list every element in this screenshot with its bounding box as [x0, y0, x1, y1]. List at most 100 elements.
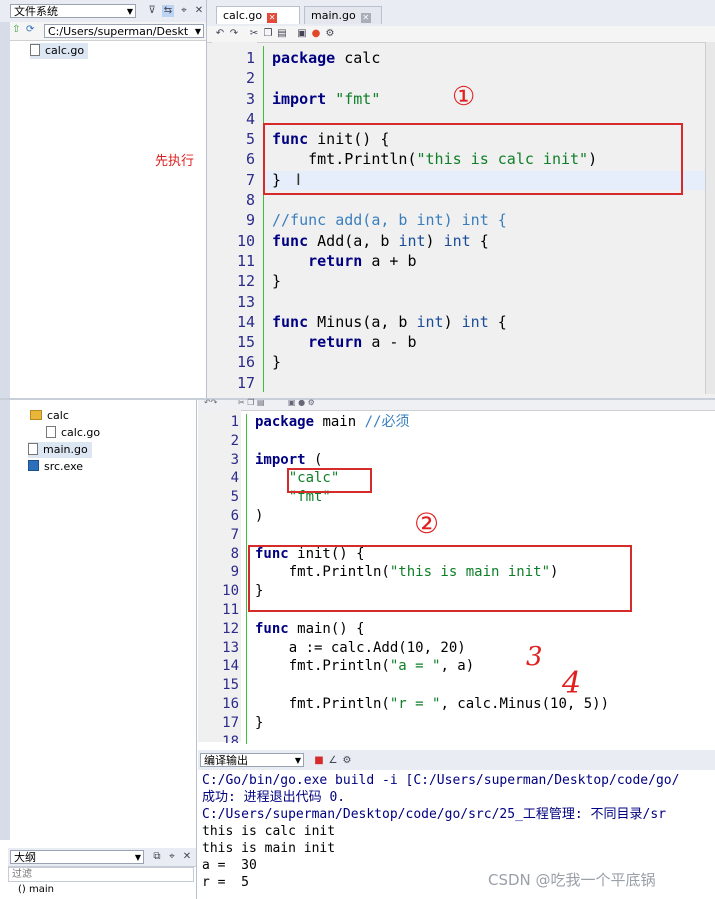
code-line[interactable]: 1 package calc [212, 48, 707, 68]
refresh-icon[interactable]: ⟳ [26, 24, 34, 35]
outline-close-icon[interactable]: ✕ [181, 851, 193, 863]
float-icon[interactable]: ⌖ [178, 5, 190, 17]
code-line[interactable]: 2 [198, 432, 705, 451]
paste-icon[interactable]: ▤ [276, 28, 288, 40]
settings-icon[interactable]: ▣ ● ⚙ [288, 398, 315, 407]
copy-icon[interactable]: ❐ [262, 28, 274, 40]
code-line[interactable]: 10 func Add(a, b int) int { [212, 231, 707, 251]
close-tab-icon[interactable]: ✕ [267, 13, 278, 23]
settings-icon[interactable]: ⚙ [341, 755, 353, 767]
code-line[interactable]: 12 func main() { [198, 620, 705, 639]
code-line[interactable]: 13 [212, 292, 707, 312]
editor-scrollbar[interactable] [705, 42, 715, 394]
code-line[interactable]: 15 [198, 676, 705, 695]
line-number: 13 [236, 292, 255, 311]
code-line[interactable]: 18 [198, 733, 705, 743]
code-text: a := calc.Add(10, 20) [255, 639, 466, 658]
output-line: C:/Users/superman/Desktop/code/go/src/25… [202, 807, 667, 822]
path-combo[interactable]: C:/Users/superman/Deskt ▼ [44, 24, 204, 38]
code-line[interactable]: 14 func Minus(a, b int) int { [212, 312, 707, 332]
code-line[interactable]: 6) [198, 507, 705, 526]
file-item-calc[interactable]: calc.go [30, 43, 89, 59]
code-line[interactable]: 17} [198, 714, 705, 733]
outline-item-main[interactable]: () main [18, 884, 54, 895]
tree-item-src-exe[interactable]: src.exe [28, 459, 83, 475]
line-number: 12 [236, 272, 255, 291]
up-arrow-icon[interactable]: ⇧ [12, 24, 20, 35]
undo-icon[interactable]: ↶ [214, 28, 226, 40]
close-icon[interactable]: ✕ [193, 5, 205, 17]
side-tab-strip[interactable] [0, 22, 10, 398]
code-line[interactable]: 9 //func add(a, b int) int { [212, 210, 707, 230]
code-line[interactable]: 13 a := calc.Add(10, 20) [198, 639, 705, 658]
line-number: 4 [230, 470, 239, 487]
code-line[interactable]: 12} [212, 271, 707, 291]
line-number: 8 [230, 545, 239, 562]
code-token: package [272, 49, 336, 67]
editor-toolbar-bottom: ↶↷ ✂ ❐ ▤ ▣ ● ⚙ [198, 398, 715, 411]
tab-calc-go[interactable]: calc.go ✕ [216, 6, 300, 24]
code-token: func [272, 231, 309, 250]
output-line: 成功: 进程退出代码 0. [202, 790, 346, 805]
tree-item-calc[interactable]: calc [30, 408, 69, 424]
line-number: 9 [245, 211, 255, 230]
line-number: 10 [222, 583, 239, 600]
code-line[interactable]: 11 return a + b [212, 251, 707, 271]
code-line[interactable]: 16} [212, 352, 707, 372]
code-line[interactable]: 7 [198, 526, 705, 545]
code-token: , calc.Minus(10, 5)) [440, 695, 610, 712]
code-token: func [272, 312, 309, 331]
undo-icon[interactable]: ↶↷ [204, 398, 217, 407]
line-number: 4 [245, 109, 255, 128]
side-tab-strip-bottom[interactable] [0, 400, 10, 840]
output-combo[interactable]: 编译输出 ▼ [200, 753, 304, 767]
code-token: a + b [362, 251, 417, 270]
close-tab-icon[interactable]: ✕ [360, 13, 371, 23]
code-token: int [443, 231, 471, 250]
code-token: } [272, 272, 282, 291]
code-text: fmt.Println("a = ", a) [255, 657, 474, 676]
code-line[interactable]: 4 "calc" [198, 469, 705, 488]
cut-icon[interactable]: ✂ ❐ ▤ [238, 398, 265, 407]
code-line[interactable]: 15 return a - b [212, 332, 707, 352]
lock-icon[interactable]: ▣ [296, 28, 308, 40]
code-line[interactable]: 16 fmt.Println("r = ", calc.Minus(10, 5)… [198, 695, 705, 714]
code-line[interactable]: 17 [212, 373, 707, 393]
code-line[interactable]: 3 import ( [198, 451, 705, 470]
settings-icon[interactable]: ⚙ [324, 28, 336, 40]
code-token: main [314, 414, 365, 430]
record-icon[interactable]: ● [310, 28, 322, 40]
outline-combo-label: 大纲 [14, 851, 36, 864]
line-number: 3 [245, 89, 255, 108]
file-icon [46, 426, 56, 438]
tree-item-calc-go[interactable]: calc.go [46, 425, 100, 441]
filter-icon[interactable]: ⊽ [146, 5, 158, 17]
output-line: this is calc init [202, 824, 336, 839]
code-line[interactable]: 14 fmt.Println("a = ", a) [198, 657, 705, 676]
line-number: 6 [245, 150, 255, 169]
outline-filter-icon[interactable]: ⧉ [151, 851, 163, 863]
code-token: func [255, 620, 289, 637]
outline-filter-input[interactable] [8, 867, 194, 882]
tree-item-label: main.go [43, 443, 88, 456]
code-text: } [272, 271, 281, 291]
outline-float-icon[interactable]: ⌖ [166, 851, 178, 863]
code-line[interactable]: 1 package main //必须 [198, 413, 705, 432]
code-line[interactable]: 5 "fmt" [198, 488, 705, 507]
code-token: fmt.Println( [255, 695, 390, 712]
folder-icon [30, 410, 42, 420]
code-token: { [488, 312, 507, 331]
tree-item-main-go[interactable]: main.go [28, 442, 92, 458]
redo-icon[interactable]: ↷ [228, 28, 240, 40]
sync-icon[interactable]: ⇆ [162, 5, 174, 17]
code-token: return [272, 333, 363, 352]
clear-icon[interactable]: ∠ [327, 755, 339, 767]
file-system-combo[interactable]: 文件系统 ▼ [10, 4, 136, 18]
tab-main-go[interactable]: main.go ✕ [304, 6, 382, 24]
outline-combo[interactable]: 大纲 ▼ [10, 850, 144, 864]
code-token: fmt.Println( [255, 658, 390, 675]
code-text: package calc [272, 48, 380, 68]
code-token: ) [443, 312, 462, 331]
cut-icon[interactable]: ✂ [248, 28, 260, 40]
stop-icon[interactable]: ■ [313, 755, 325, 767]
